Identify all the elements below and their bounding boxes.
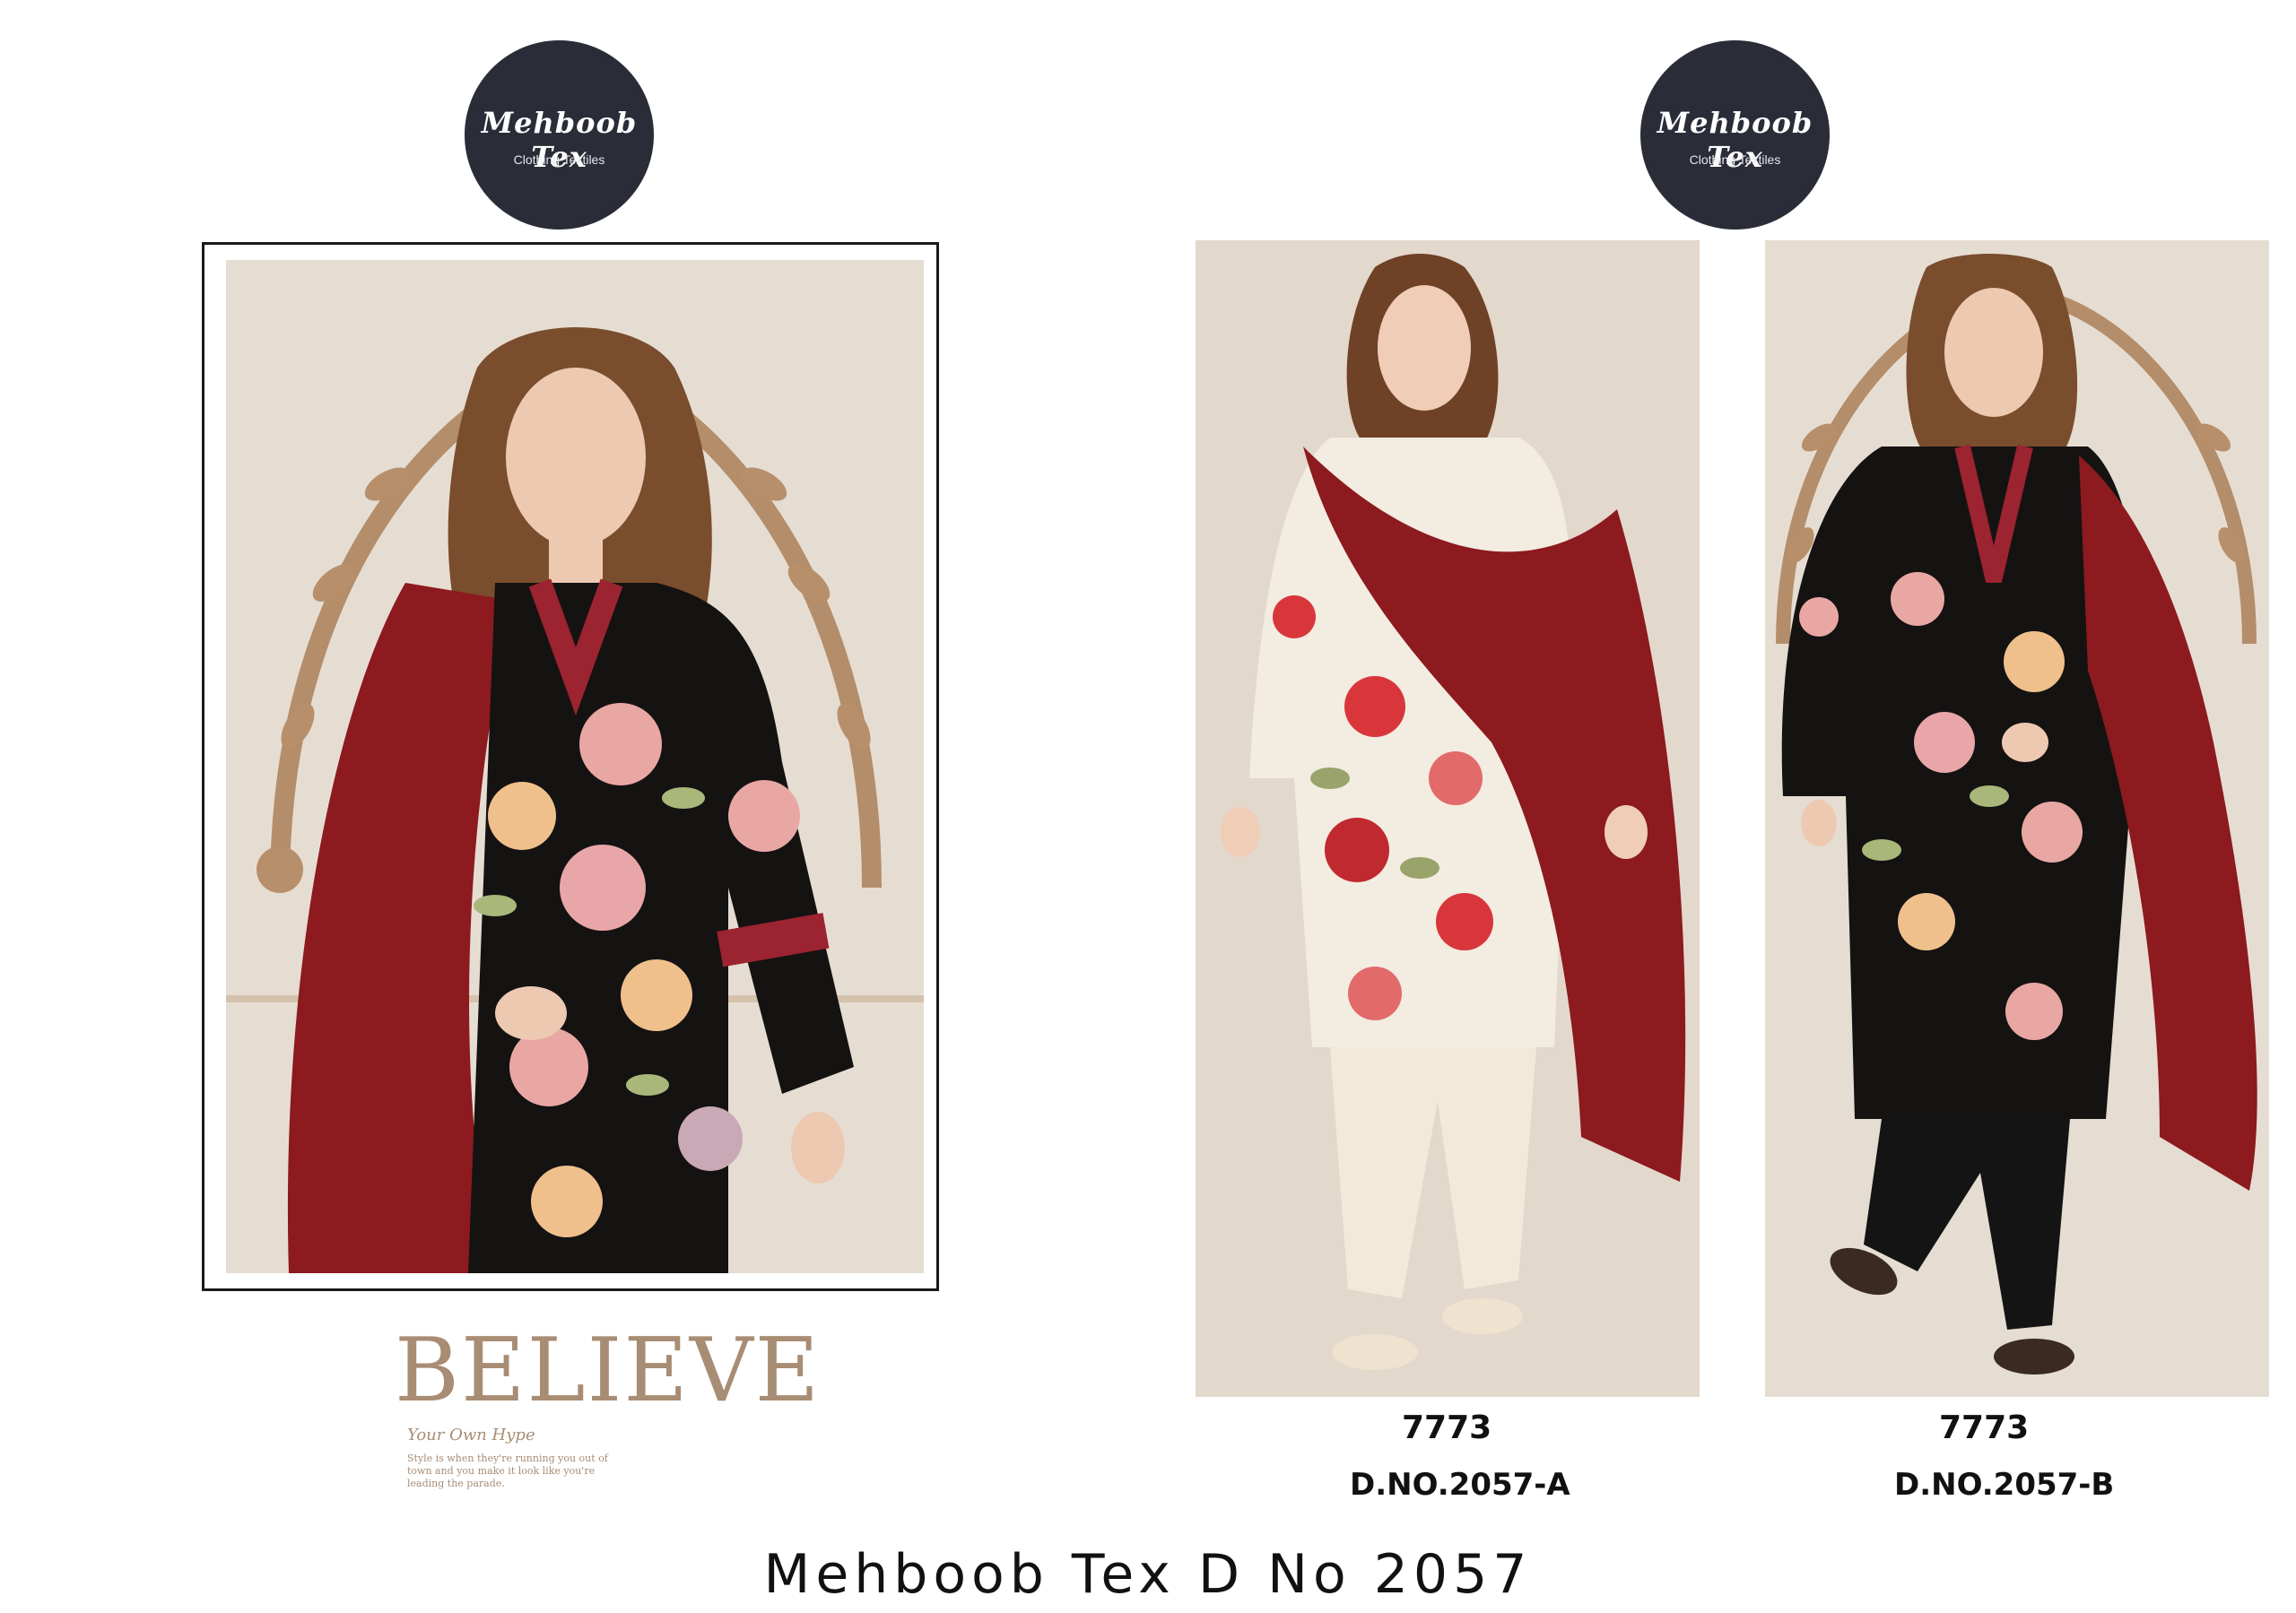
page-title: Mehboob Tex D No 2057 — [763, 1543, 1533, 1606]
model-illustration — [1196, 240, 1700, 1397]
believe-small-text: Style is when they're running you out of… — [407, 1453, 608, 1489]
brand-logo: Mehboob Tex Clothing Textiles — [467, 43, 651, 227]
believe-tagline: Your Own Hype — [407, 1426, 535, 1444]
product-a-design-no: D.NO.2057-A — [1350, 1467, 1570, 1503]
main-model-photo — [226, 260, 924, 1273]
believe-word: BELIEVE — [395, 1320, 822, 1422]
believe-graphic: BELIEVE Your Own Hype Style is when they… — [395, 1327, 819, 1506]
model-illustration — [1765, 240, 2269, 1397]
logo-subtitle: Clothing Textiles — [1689, 152, 1781, 167]
model-illustration — [226, 260, 924, 1273]
product-b-design-no: D.NO.2057-B — [1894, 1467, 2115, 1503]
brand-logo: Mehboob Tex Clothing Textiles — [1643, 43, 1827, 227]
product-a-photo — [1196, 240, 1700, 1397]
logo-subtitle: Clothing Textiles — [513, 152, 605, 167]
product-b-photo — [1765, 240, 2269, 1397]
product-a-number: 7773 — [1402, 1409, 1492, 1446]
product-b-number: 7773 — [1939, 1409, 2030, 1446]
